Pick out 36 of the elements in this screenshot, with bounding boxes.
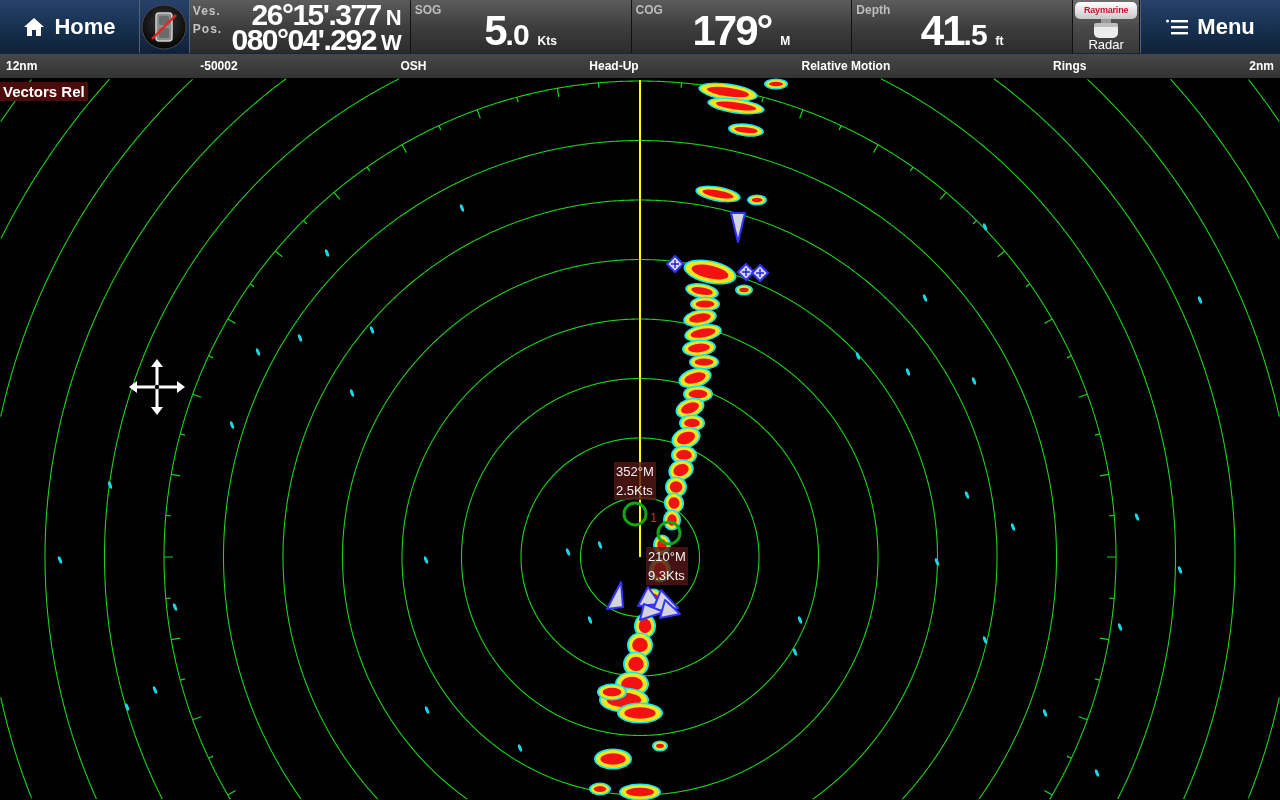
target-speed: 9.3Kts bbox=[648, 567, 686, 585]
radar-scanner-icon bbox=[1075, 2, 1138, 38]
target-speed: 2.5Kts bbox=[616, 482, 654, 500]
menu-button[interactable]: Menu bbox=[1140, 0, 1280, 53]
status-text: Head-Up bbox=[589, 59, 639, 73]
target-bearing: 352°M bbox=[616, 463, 654, 481]
readout-label: COG bbox=[635, 3, 663, 17]
readout-label: Depth bbox=[856, 3, 891, 17]
position-label: Ves. bbox=[192, 4, 222, 18]
status-text: Relative Motion bbox=[801, 59, 891, 73]
target-bearing: 210°M bbox=[648, 548, 686, 566]
unit-label: M bbox=[780, 34, 791, 48]
status-text: 2nm bbox=[1249, 59, 1274, 73]
hemisphere-label: N bbox=[385, 5, 402, 30]
readout-value: 179° bbox=[692, 13, 772, 49]
hemisphere-label: W bbox=[380, 30, 402, 55]
unit-label: Kts bbox=[537, 34, 557, 48]
vectors-mode-label: Vectors Rel bbox=[0, 82, 88, 101]
status-text: Rings bbox=[1053, 59, 1087, 73]
radar-button[interactable]: Raymarine Radar bbox=[1073, 0, 1141, 53]
readout-label: SOG bbox=[414, 3, 442, 17]
readout-value: 41.5 bbox=[920, 13, 987, 53]
longitude-value: 080°04'.292 bbox=[231, 27, 376, 52]
home-button[interactable]: Home bbox=[0, 0, 140, 53]
menu-icon bbox=[1166, 18, 1189, 35]
unit-label: ft bbox=[995, 34, 1004, 48]
house-icon bbox=[23, 16, 46, 37]
cursor-crosshair-icon bbox=[129, 359, 185, 415]
status-text: 12nm bbox=[6, 59, 38, 73]
position-label: Pos. bbox=[192, 22, 223, 36]
target-id-label: 1 bbox=[650, 511, 658, 525]
status-text: OSH bbox=[400, 59, 427, 73]
latitude-value: 26°15'.377 bbox=[251, 2, 381, 27]
readout-value: 5.0 bbox=[484, 13, 529, 53]
status-text: -50002 bbox=[200, 59, 238, 73]
brand-label: Raymarine bbox=[1084, 5, 1129, 15]
